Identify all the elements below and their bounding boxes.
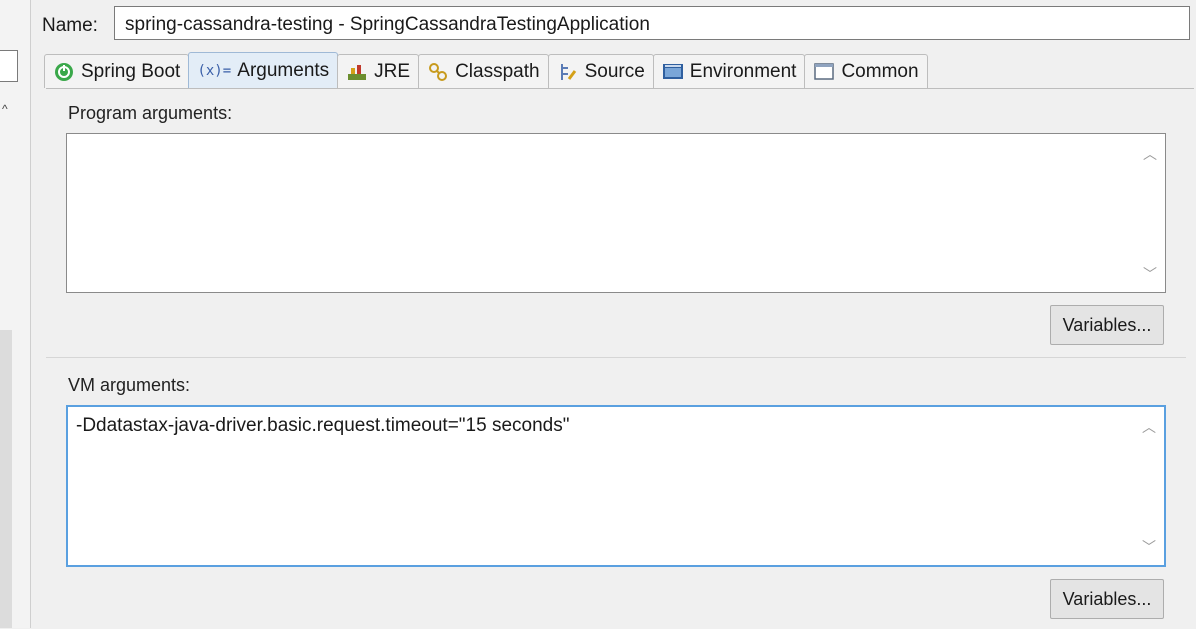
vm-variables-button[interactable]: Variables... xyxy=(1050,579,1164,619)
tab-classpath[interactable]: Classpath xyxy=(418,54,549,88)
tab-common[interactable]: Common xyxy=(804,54,928,88)
tab-label: Spring Boot xyxy=(81,60,181,82)
left-panel: ^ xyxy=(0,0,31,628)
program-arguments-textarea[interactable]: ︿ ﹀ xyxy=(66,133,1166,293)
tab-label: Arguments xyxy=(237,59,330,81)
scroll-up-icon[interactable]: ︿ xyxy=(1142,417,1156,437)
program-variables-button[interactable]: Variables... xyxy=(1050,305,1164,345)
vm-arguments-label: VM arguments: xyxy=(68,375,191,395)
launch-config-editor: Name: spring-cassandra-testing - SpringC… xyxy=(34,0,1196,629)
classpath-icon xyxy=(427,61,449,83)
jre-icon xyxy=(346,61,368,83)
left-panel-input[interactable] xyxy=(0,50,18,82)
source-icon xyxy=(557,61,579,83)
common-icon xyxy=(813,61,835,83)
collapse-caret-icon[interactable]: ^ xyxy=(2,102,8,116)
tab-label: JRE xyxy=(374,60,411,82)
tab-jre[interactable]: JRE xyxy=(337,54,420,88)
section-divider xyxy=(46,357,1186,358)
tab-environment[interactable]: Environment xyxy=(652,54,806,88)
scroll-down-icon[interactable]: ﹀ xyxy=(1142,537,1156,557)
scroll-up-icon[interactable]: ︿ xyxy=(1143,144,1157,164)
tab-bar: Spring Boot (x)= Arguments JRE Classpath… xyxy=(44,52,1194,88)
spring-boot-icon xyxy=(53,61,75,83)
tab-label: Source xyxy=(584,60,645,82)
tab-label: Common xyxy=(841,60,919,82)
environment-icon xyxy=(662,61,684,83)
left-panel-scrollbar[interactable] xyxy=(0,330,12,628)
vm-arguments-text: -Ddatastax-java-driver.basic.request.tim… xyxy=(76,415,570,436)
tab-label: Classpath xyxy=(455,60,540,82)
tab-spring-boot[interactable]: Spring Boot xyxy=(44,54,190,88)
arguments-tab-content: Program arguments: ︿ ﹀ Variables... VM a… xyxy=(46,88,1194,629)
scroll-down-icon[interactable]: ﹀ xyxy=(1143,264,1157,284)
name-label: Name: xyxy=(42,15,98,36)
program-arguments-label: Program arguments: xyxy=(68,103,233,123)
name-input[interactable]: spring-cassandra-testing - SpringCassand… xyxy=(114,6,1190,40)
tab-source[interactable]: Source xyxy=(547,54,654,88)
arguments-icon: (x)= xyxy=(197,62,232,79)
tab-arguments[interactable]: (x)= Arguments xyxy=(188,52,339,88)
name-row: Name: spring-cassandra-testing - SpringC… xyxy=(34,6,1196,42)
tab-label: Environment xyxy=(689,60,797,82)
vm-arguments-textarea[interactable]: -Ddatastax-java-driver.basic.request.tim… xyxy=(66,405,1166,567)
